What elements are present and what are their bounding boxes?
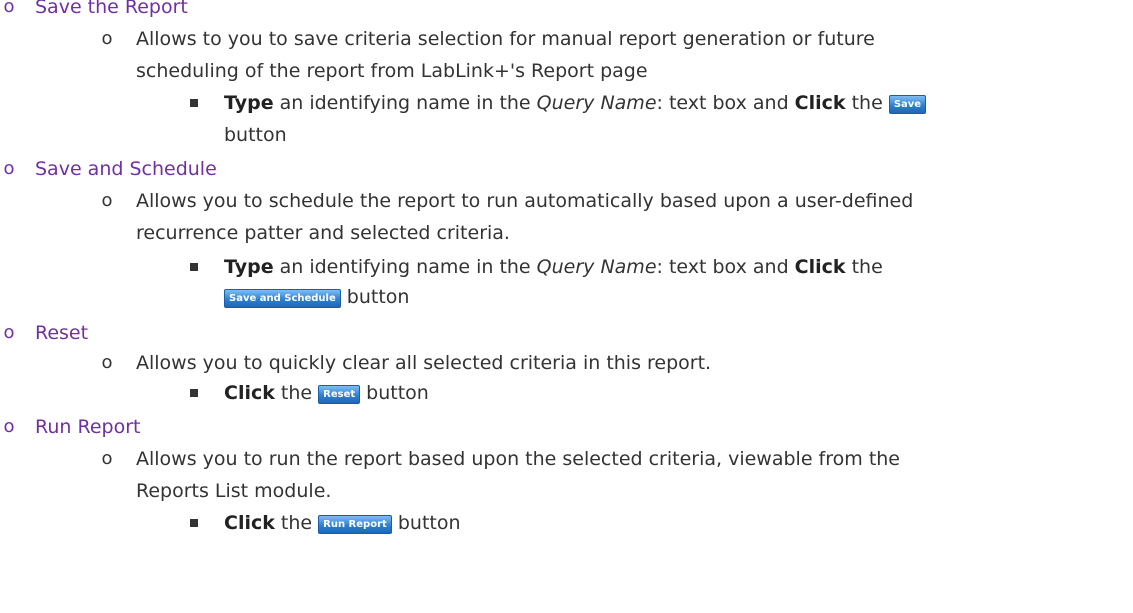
action-word-click: Click: [794, 92, 846, 114]
hollow-bullet-icon: o: [101, 190, 113, 211]
hollow-bullet-icon: o: [101, 28, 113, 49]
action-word-type: Type: [224, 92, 274, 114]
step-text: the: [274, 512, 319, 534]
action-word-click: Click: [224, 382, 275, 404]
section-heading: Save the Report: [35, 0, 188, 18]
description-line: recurrence patter and selected criteria.: [136, 222, 510, 244]
description-line: Reports List module.: [136, 480, 332, 502]
reset-button[interactable]: Reset: [318, 385, 361, 404]
section-heading: Reset: [35, 322, 89, 344]
save-and-schedule-button[interactable]: Save and Schedule: [224, 289, 341, 308]
square-bullet-icon: [190, 519, 198, 527]
document-page: o Save the Report o Allows to you to sav…: [0, 0, 1133, 613]
step-text: button: [360, 382, 429, 404]
step-text: button: [340, 286, 410, 308]
hollow-bullet-icon: o: [3, 416, 15, 437]
action-word-type: Type: [224, 256, 274, 278]
save-button[interactable]: Save: [888, 95, 927, 114]
square-bullet-icon: [190, 389, 198, 397]
description-line: scheduling of the report from LabLink+'s…: [136, 60, 648, 82]
section-heading: Run Report: [35, 416, 141, 438]
square-bullet-icon: [190, 263, 198, 271]
description-line: Allows you to quickly clear all selected…: [136, 352, 712, 374]
hollow-bullet-icon: o: [101, 352, 113, 373]
action-word-click: Click: [224, 512, 275, 534]
hollow-bullet-icon: o: [3, 158, 15, 179]
field-name: Query Name: [536, 92, 657, 114]
field-name: Query Name: [536, 256, 657, 278]
hollow-bullet-icon: o: [3, 322, 15, 343]
step-text: the: [845, 256, 883, 278]
step-text: : text box and: [656, 92, 795, 114]
step-save-schedule-continued: Save and Schedule button: [224, 280, 409, 314]
step-text: an identifying name in the: [273, 256, 537, 278]
step-text: the: [845, 92, 889, 114]
step-text: the: [274, 382, 319, 404]
step-text: button: [391, 512, 461, 534]
step-text: : text box and: [656, 256, 795, 278]
description-line: Allows you to schedule the report to run…: [136, 190, 914, 212]
run-report-button[interactable]: Run Report: [318, 515, 392, 534]
hollow-bullet-icon: o: [3, 0, 15, 17]
description-line: Allows you to run the report based upon …: [136, 448, 900, 470]
square-bullet-icon: [190, 99, 198, 107]
section-heading: Save and Schedule: [35, 158, 217, 180]
hollow-bullet-icon: o: [101, 448, 113, 469]
action-word-click: Click: [794, 256, 846, 278]
step-text: an identifying name in the: [273, 92, 537, 114]
description-line: Allows to you to save criteria selection…: [136, 28, 875, 50]
step-text: button: [224, 124, 287, 146]
